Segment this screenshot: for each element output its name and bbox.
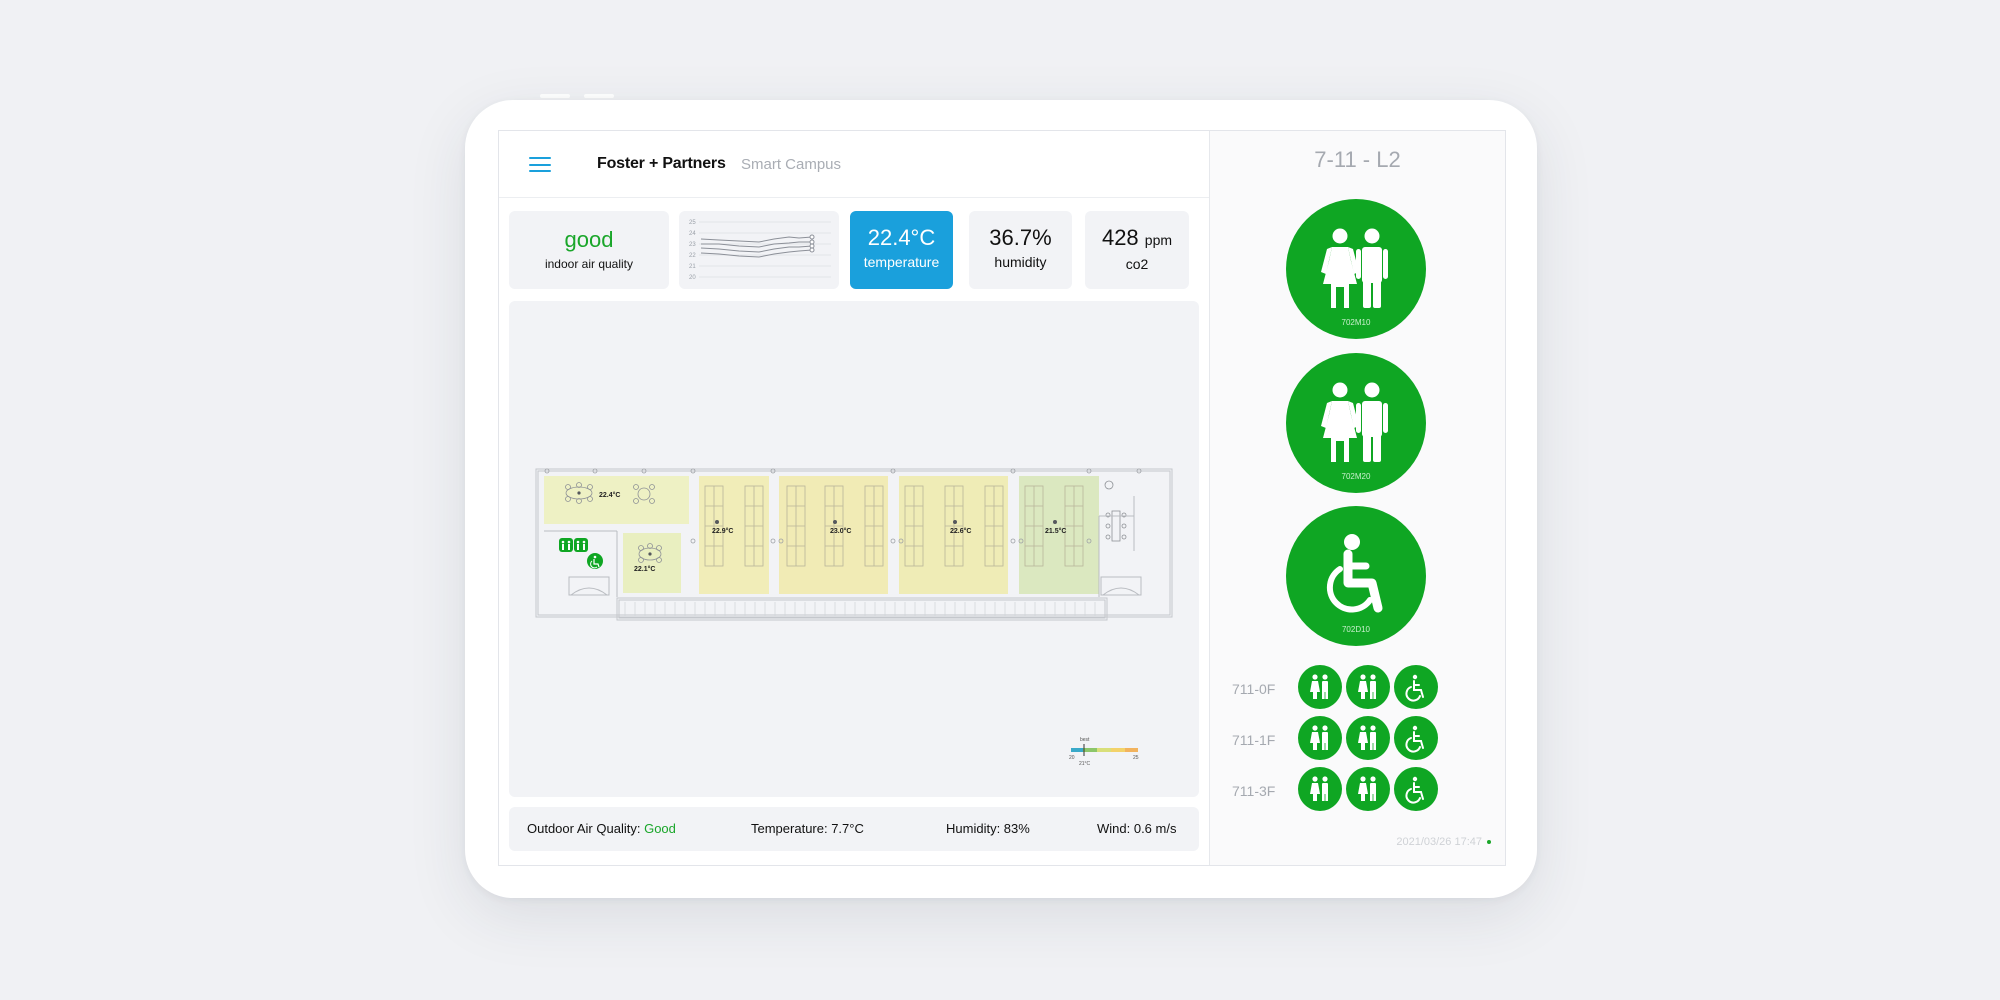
trend-tick: 25: [689, 220, 696, 226]
humidity-label: humidity: [994, 254, 1047, 270]
co2-card[interactable]: 428 ppm co2: [1085, 211, 1189, 289]
app-screen: Foster + Partners Smart Campus good indo…: [498, 130, 1506, 866]
floor-accessible-restroom-status[interactable]: [1394, 716, 1438, 760]
zone-desks-2[interactable]: [779, 476, 888, 594]
trend-line: [700, 249, 813, 258]
unisex-restroom-icon: [1358, 776, 1376, 801]
outdoor-wind: Wind: 0.6 m/s: [1097, 821, 1177, 836]
co2-value-row: 428 ppm: [1085, 225, 1189, 253]
trend-line: [700, 236, 813, 243]
app-header: Foster + Partners Smart Campus: [499, 131, 1209, 198]
outdoor-air-quality-label: Outdoor Air Quality:: [527, 821, 641, 836]
air-quality-value: good: [564, 227, 614, 252]
air-quality-label: indoor air quality: [544, 257, 634, 271]
restroom-sidebar: 7-11 - L2 702M10 702M20 702D10 711-0F 71…: [1210, 131, 1505, 865]
outdoor-air-quality-value: Good: [644, 821, 676, 836]
floor-restroom-status[interactable]: [1298, 767, 1342, 811]
indoor-air-quality-card[interactable]: good indoor air quality: [509, 211, 669, 289]
floor-label-711-3f: 711-3F: [1232, 783, 1276, 799]
restroom-status-702m10[interactable]: 702M10: [1286, 199, 1426, 339]
floor-label-711-0f: 711-0F: [1232, 681, 1276, 697]
co2-unit: ppm: [1144, 232, 1173, 248]
app-subtitle: Smart Campus: [741, 156, 842, 173]
trend-point: [809, 243, 815, 249]
unisex-restroom-icon: [1310, 776, 1328, 801]
scale-min-label: 20: [1069, 755, 1075, 761]
unisex-restroom-icon: [1310, 674, 1328, 699]
brand-logo: Foster + Partners: [597, 155, 726, 172]
co2-value: 428: [1101, 225, 1139, 250]
floor-accessible-restroom-status[interactable]: [1394, 665, 1438, 709]
scale-top-label: best: [1080, 737, 1090, 743]
outdoor-temperature: Temperature: 7.7°C: [751, 821, 864, 836]
zone-temperature-label: 21.5°C: [1045, 527, 1066, 535]
floor-plan-panel[interactable]: 22.4°C 22.1°C 22.9°C 23.0°C 22.6°C 21.5°…: [509, 301, 1199, 797]
trend-tick: 21: [689, 264, 696, 270]
co2-label: co2: [1125, 256, 1149, 272]
temperature-value: 22.4°C: [867, 225, 936, 250]
live-status-dot: [1487, 840, 1491, 845]
trend-tick: 23: [689, 242, 696, 248]
temperature-trend-card[interactable]: 25 24 23 22 21 20: [679, 211, 839, 289]
accessible-restroom-marker-icon[interactable]: [587, 553, 603, 569]
trend-tick: 22: [689, 253, 696, 259]
floor-restroom-status[interactable]: [1346, 665, 1390, 709]
floor-restroom-status[interactable]: [1298, 665, 1342, 709]
restroom-code: 702D10: [1341, 625, 1371, 634]
restroom-marker-icon[interactable]: [559, 538, 588, 552]
tablet-camera-highlight: [584, 94, 614, 98]
tablet-camera-highlight: [540, 94, 570, 98]
zone-desks-3[interactable]: [899, 476, 1008, 594]
floor-restroom-status[interactable]: [1346, 767, 1390, 811]
location-title: 7-11 - L2: [1314, 147, 1401, 172]
hamburger-menu-icon[interactable]: [529, 157, 551, 172]
outdoor-air-quality: Outdoor Air Quality: Good: [527, 821, 676, 836]
unisex-restroom-icon: [1358, 725, 1376, 750]
unisex-restroom-icon: [1310, 725, 1328, 750]
restroom-code: 702M10: [1341, 318, 1371, 327]
temperature-scale-legend: best 20 25 21°C: [1069, 737, 1139, 767]
accessible-restroom-icon: [1405, 674, 1424, 702]
floor-accessible-restroom-status[interactable]: [1394, 767, 1438, 811]
last-updated-timestamp: 2021/03/26 17:47: [1396, 836, 1491, 848]
scale-max-label: 25: [1133, 755, 1139, 761]
timestamp-text: 2021/03/26 17:47: [1396, 836, 1482, 848]
floor-plan-map[interactable]: 22.4°C 22.1°C 22.9°C 23.0°C 22.6°C 21.5°…: [509, 301, 1199, 797]
outdoor-humidity: Humidity: 83%: [946, 821, 1030, 836]
floor-label-711-1f: 711-1F: [1232, 732, 1276, 748]
restroom-code: 702M20: [1341, 472, 1371, 481]
zone-desks-4[interactable]: [1019, 476, 1099, 594]
zone-desks-1[interactable]: [699, 476, 769, 594]
main-panel: Foster + Partners Smart Campus good indo…: [499, 131, 1210, 865]
accessible-restroom-icon: [1405, 725, 1424, 753]
trend-point: [809, 234, 815, 240]
zone-temperature-label: 22.1°C: [634, 565, 655, 573]
restroom-status-702m20[interactable]: 702M20: [1286, 353, 1426, 493]
accessible-restroom-icon: [1405, 776, 1424, 804]
floor-restroom-status[interactable]: [1298, 716, 1342, 760]
temperature-label: temperature: [863, 254, 940, 270]
floor-restroom-status[interactable]: [1346, 716, 1390, 760]
zone-temperature-label: 22.4°C: [599, 491, 620, 499]
trend-point: [809, 239, 815, 245]
zone-temperature-label: 22.9°C: [712, 527, 733, 535]
temperature-sparkline: 25 24 23 22 21 20: [689, 220, 831, 281]
trend-tick: 20: [689, 275, 696, 281]
unisex-restroom-icon: [1358, 674, 1376, 699]
zone-temperature-label: 23.0°C: [830, 527, 851, 535]
scale-mid-label: 21°C: [1079, 761, 1091, 767]
restroom-status-702d10[interactable]: 702D10: [1286, 506, 1426, 646]
outdoor-conditions-bar: Outdoor Air Quality: Good Temperature: 7…: [509, 807, 1199, 851]
humidity-value: 36.7%: [989, 225, 1052, 250]
humidity-card[interactable]: 36.7% humidity: [969, 211, 1072, 289]
zone-small-meeting[interactable]: [623, 533, 681, 593]
zone-temperature-label: 22.6°C: [950, 527, 971, 535]
trend-tick: 24: [689, 231, 696, 237]
temperature-card[interactable]: 22.4°C temperature: [850, 211, 953, 289]
trend-point: [809, 247, 815, 253]
